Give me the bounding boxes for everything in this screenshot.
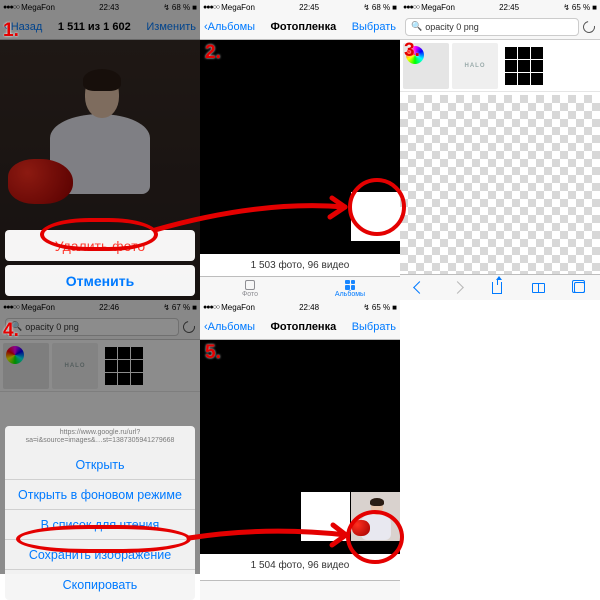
safari-search-bar: 🔍 opacity 0 png	[400, 14, 600, 40]
context-action-sheet: https://www.google.ru/url?sa=i&source=im…	[0, 422, 200, 600]
step-2-camera-roll: ●●●○○MegaFon 22:45 ↯68 %■ ‹Альбомы Фотоп…	[200, 0, 400, 300]
result-thumb-grid[interactable]	[501, 43, 547, 89]
reading-list-button[interactable]: В список для чтения	[5, 510, 195, 540]
browser-content[interactable]: HALO	[400, 40, 600, 274]
empty-pane	[400, 300, 600, 600]
blank-photo-cell[interactable]	[301, 492, 350, 541]
status-time: 22:45	[299, 3, 319, 12]
save-image-button[interactable]: Сохранить изображение	[5, 540, 195, 570]
reload-icon[interactable]	[181, 318, 198, 335]
result-thumb-halo[interactable]: HALO	[452, 43, 498, 89]
nav-bar: ‹Альбомы Фотопленка Выбрать	[200, 14, 400, 40]
page-title: Фотопленка	[255, 21, 352, 33]
image-results-row: HALO	[400, 40, 600, 92]
page-title: Фотопленка	[255, 321, 352, 333]
photo-count-footer: 1 503 фото, 96 видео	[200, 254, 400, 276]
nav-bar: ‹Альбомы Фотопленка Выбрать	[200, 314, 400, 340]
safari-search-bar: 🔍 opacity 0 png	[0, 314, 200, 340]
step-number-2: 2.	[205, 42, 221, 64]
safari-toolbar	[400, 274, 600, 300]
status-bar: ●●●○○MegaFon 22:43 ↯68 %■	[0, 0, 200, 14]
tab-bar-partial	[200, 580, 400, 600]
step-5-camera-roll: ●●●○○MegaFon 22:48 ↯65 %■ ‹Альбомы Фотоп…	[200, 300, 400, 600]
status-bar: ●●●○○MegaFon 22:45 ↯68 %■	[200, 0, 400, 14]
forward-icon[interactable]	[452, 281, 465, 294]
status-time: 22:43	[99, 3, 119, 12]
photo-grid[interactable]	[200, 340, 400, 556]
open-button[interactable]: Открыть	[5, 450, 195, 480]
tabs-icon[interactable]	[574, 282, 585, 293]
saved-photo-thumbnail[interactable]	[351, 492, 400, 541]
tab-albums[interactable]: Альбомы	[300, 277, 400, 300]
photo-grid[interactable]	[200, 40, 400, 256]
step-number-1: 1.	[3, 20, 19, 42]
reload-icon[interactable]	[581, 18, 598, 35]
tab-photos[interactable]: Фото	[200, 277, 300, 300]
action-sheet-url: https://www.google.ru/url?sa=i&source=im…	[5, 426, 195, 450]
step-1-photo-viewer: ●●●○○MegaFon 22:43 ↯68 %■ ‹ Назад 1 511 …	[0, 0, 200, 300]
photo-counter: 1 511 из 1 602	[42, 21, 146, 33]
status-time: 22:48	[299, 303, 319, 312]
transparent-image-preview[interactable]	[400, 95, 600, 274]
status-bar: ●●●○○MegaFon 22:46 ↯67 %■	[0, 300, 200, 314]
select-button[interactable]: Выбрать	[352, 21, 396, 33]
delete-photo-button[interactable]: Удалить фото	[5, 230, 195, 261]
edit-button[interactable]: Изменить	[146, 21, 196, 33]
search-input[interactable]: 🔍 opacity 0 png	[5, 318, 179, 336]
nav-bar: ‹ Назад 1 511 из 1 602 Изменить	[0, 14, 200, 40]
status-bar: ●●●○○MegaFon 22:48 ↯65 %■	[200, 300, 400, 314]
cancel-button[interactable]: Отменить	[5, 265, 195, 296]
action-sheet: Удалить фото Отменить	[0, 226, 200, 300]
search-input[interactable]: 🔍 opacity 0 png	[405, 18, 579, 36]
step-number-4: 4.	[3, 320, 19, 342]
open-background-button[interactable]: Открыть в фоновом режиме	[5, 480, 195, 510]
photo-count-footer: 1 504 фото, 96 видео	[200, 554, 400, 576]
back-albums-button[interactable]: ‹Альбомы	[204, 21, 255, 33]
step-number-5: 5.	[205, 342, 221, 364]
step-4-safari-actionsheet: ●●●○○MegaFon 22:46 ↯67 %■ 🔍 opacity 0 pn…	[0, 300, 200, 600]
share-icon[interactable]	[492, 282, 502, 294]
action-sheet-group: https://www.google.ru/url?sa=i&source=im…	[5, 426, 195, 600]
status-bar: ●●●○○MegaFon 22:45 ↯65 %■	[400, 0, 600, 14]
status-time: 22:45	[499, 3, 519, 12]
blank-photo-cell[interactable]	[351, 192, 400, 241]
tab-bar: Фото Альбомы	[200, 276, 400, 300]
bookmarks-icon[interactable]	[532, 283, 545, 293]
step-number-3: 3.	[404, 40, 420, 62]
step-3-safari-search: ●●●○○MegaFon 22:45 ↯65 %■ 🔍 opacity 0 pn…	[400, 0, 600, 300]
select-button[interactable]: Выбрать	[352, 321, 396, 333]
back-icon[interactable]	[413, 281, 426, 294]
status-time: 22:46	[99, 303, 119, 312]
back-albums-button[interactable]: ‹Альбомы	[204, 321, 255, 333]
copy-button[interactable]: Скопировать	[5, 570, 195, 600]
